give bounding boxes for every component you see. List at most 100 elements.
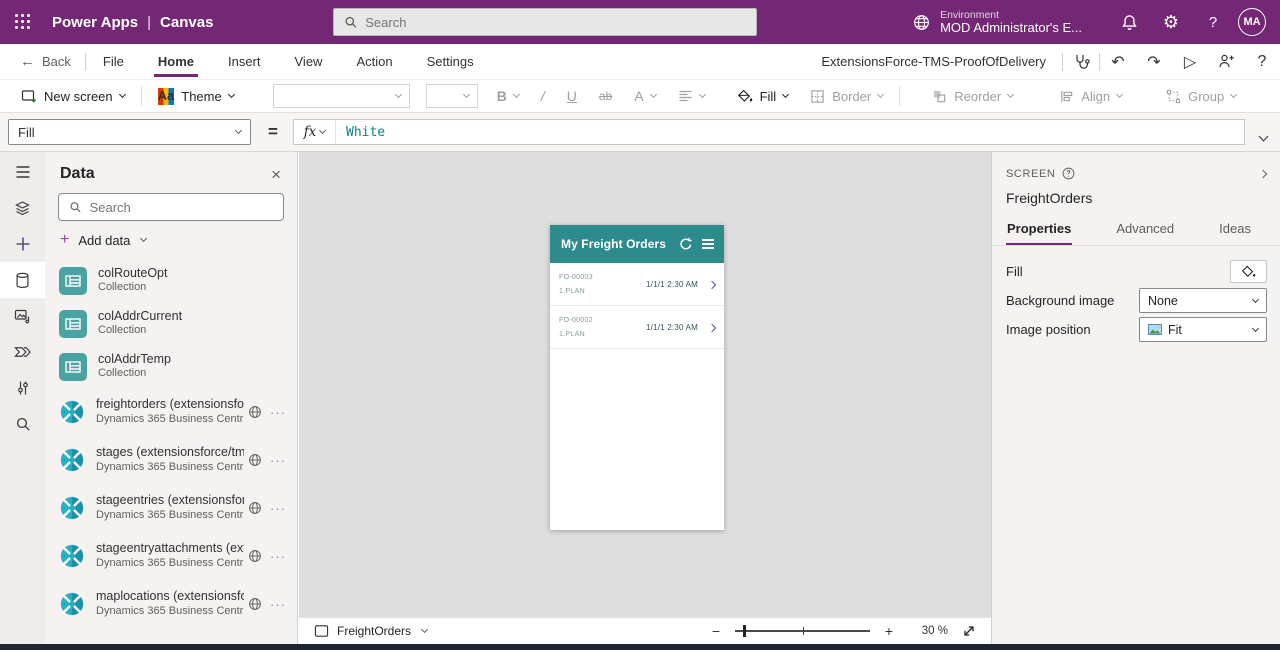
freight-order-row[interactable]: FO-00003 1.PLAN 1/1/1 2:30 AM [550, 263, 724, 306]
data-row-stages[interactable]: stages (extensionsforce/tm... Dynamics 3… [45, 436, 297, 484]
rail-advanced-tools-button[interactable] [0, 370, 45, 406]
data-row-stageentryattachments[interactable]: stageentryattachments (ext... Dynamics 3… [45, 532, 297, 580]
close-icon[interactable]: × [271, 166, 281, 183]
data-row-subtitle: Collection [98, 367, 147, 380]
fx-button[interactable]: fx [294, 120, 336, 144]
strikethrough-button[interactable]: ab [588, 80, 623, 112]
refresh-icon[interactable] [679, 237, 693, 251]
plus-icon: + [60, 231, 70, 248]
property-label: Image position [1006, 322, 1091, 337]
font-color-button[interactable]: A [623, 80, 666, 112]
menu-item-insert[interactable]: Insert [211, 44, 278, 80]
text-align-button[interactable] [667, 80, 716, 112]
formula-input[interactable]: White [336, 120, 1244, 144]
app-name: ExtensionsForce-TMS-ProofOfDelivery [821, 54, 1046, 69]
collapse-panel-button[interactable] [1258, 168, 1268, 180]
rail-data-button[interactable] [0, 262, 45, 298]
menu-item-action[interactable]: Action [339, 44, 409, 80]
fill-color-button[interactable] [1230, 260, 1267, 283]
data-row-colrouteopt[interactable]: colRouteOpt Collection [45, 259, 297, 302]
notifications-button[interactable] [1108, 0, 1150, 44]
data-search[interactable] [58, 193, 284, 221]
global-search[interactable] [333, 8, 757, 36]
italic-button[interactable]: / [530, 80, 556, 112]
tab-ideas[interactable]: Ideas [1209, 221, 1261, 245]
equals-sign: = [268, 122, 278, 141]
menu-item-view[interactable]: View [278, 44, 340, 80]
fill-button[interactable]: Fill [726, 80, 800, 112]
rail-search-button[interactable] [0, 406, 45, 442]
theme-label: Theme [181, 88, 222, 104]
app-launcher-icon[interactable] [0, 0, 46, 44]
canvas-area[interactable]: My Freight Orders FO-00003 1.PLAN 1/1/1 … [299, 152, 991, 644]
background-image-select[interactable]: None [1139, 288, 1267, 313]
menu-help-button[interactable]: ? [1244, 44, 1280, 80]
account-avatar[interactable]: MA [1238, 8, 1266, 36]
screen-preview[interactable]: My Freight Orders FO-00003 1.PLAN 1/1/1 … [550, 225, 724, 530]
menu-item-settings[interactable]: Settings [410, 44, 491, 80]
redo-button[interactable]: ↷ [1136, 44, 1172, 80]
collection-icon [59, 266, 87, 295]
rail-insert-button[interactable] [0, 226, 45, 262]
font-size-select[interactable] [425, 84, 478, 108]
global-search-input[interactable] [365, 14, 746, 30]
info-help-icon[interactable] [1062, 167, 1075, 180]
rail-screens-button[interactable] [0, 190, 45, 226]
data-list: colRouteOpt Collection colAddrCurrent Co… [45, 259, 297, 644]
property-select[interactable]: Fill [8, 119, 251, 145]
group-button[interactable]: Group [1155, 80, 1247, 112]
more-options-icon[interactable]: ··· [269, 501, 287, 516]
help-button[interactable]: ? [1192, 0, 1234, 44]
data-row-maplocations[interactable]: maplocations (extensionsfo... Dynamics 3… [45, 580, 297, 628]
align-button[interactable]: Align [1048, 80, 1133, 112]
underline-button[interactable]: U [556, 80, 588, 112]
environment-picker[interactable]: Environment MOD Administrator's E... [912, 9, 1082, 36]
hamburger-icon[interactable] [702, 239, 714, 249]
reorder-button[interactable]: Reorder [921, 80, 1024, 112]
rail-power-automate-button[interactable] [0, 334, 45, 370]
rail-tree-view-toggle[interactable] [0, 154, 45, 190]
font-family-select[interactable] [272, 84, 410, 108]
zoom-slider[interactable] [735, 625, 870, 637]
fx-icon: fx [303, 124, 317, 140]
fit-to-window-button[interactable] [962, 624, 976, 638]
zoom-out-button[interactable]: − [703, 623, 729, 639]
menu-item-home[interactable]: Home [141, 44, 211, 80]
screen-selector[interactable]: FreightOrders [314, 624, 429, 638]
data-row-coladdrcurrent[interactable]: colAddrCurrent Collection [45, 302, 297, 345]
tab-advanced[interactable]: Advanced [1106, 221, 1184, 245]
zoom-in-button[interactable]: + [876, 623, 902, 639]
data-row-coladdrtemp[interactable]: colAddrTemp Collection [45, 345, 297, 388]
tab-properties[interactable]: Properties [997, 221, 1081, 245]
more-options-icon[interactable]: ··· [269, 597, 287, 612]
environment-name: MOD Administrator's E... [940, 19, 1082, 35]
border-button[interactable]: Border [799, 80, 894, 112]
zoom-slider-tick [802, 627, 804, 635]
formula-bar: Fill = fx White [0, 113, 1280, 152]
app-checker-button[interactable] [1063, 44, 1099, 80]
menu-item-file[interactable]: File [86, 44, 141, 80]
more-options-icon[interactable]: ··· [269, 405, 287, 420]
more-options-icon[interactable]: ··· [269, 549, 287, 564]
back-button[interactable]: ← Back [0, 53, 85, 70]
chevron-right-icon[interactable] [707, 275, 717, 293]
data-row-stageentries[interactable]: stageentries (extensionsfor... Dynamics … [45, 484, 297, 532]
more-options-icon[interactable]: ··· [269, 453, 287, 468]
add-data-button[interactable]: + Add data [45, 221, 297, 254]
theme-button[interactable]: Aa Theme [147, 80, 245, 112]
new-screen-button[interactable]: New screen [10, 80, 136, 112]
bold-button[interactable]: B [486, 80, 530, 112]
globe-icon [249, 502, 261, 514]
formula-bar-expand-button[interactable] [1256, 123, 1271, 149]
chevron-right-icon[interactable] [707, 318, 717, 336]
share-button[interactable] [1208, 44, 1244, 80]
image-position-select[interactable]: Fit [1139, 317, 1267, 342]
rail-media-button[interactable] [0, 298, 45, 334]
data-search-input[interactable] [89, 199, 273, 215]
undo-button[interactable]: ↶ [1100, 44, 1136, 80]
data-row-freightorders[interactable]: freightorders (extensionsfo... Dynamics … [45, 388, 297, 436]
preview-play-button[interactable]: ▷ [1172, 44, 1208, 80]
zoom-slider-thumb[interactable] [743, 625, 746, 637]
settings-button[interactable]: ⚙ [1150, 0, 1192, 44]
freight-order-row[interactable]: FO-00002 1.PLAN 1/1/1 2:30 AM [550, 306, 724, 349]
